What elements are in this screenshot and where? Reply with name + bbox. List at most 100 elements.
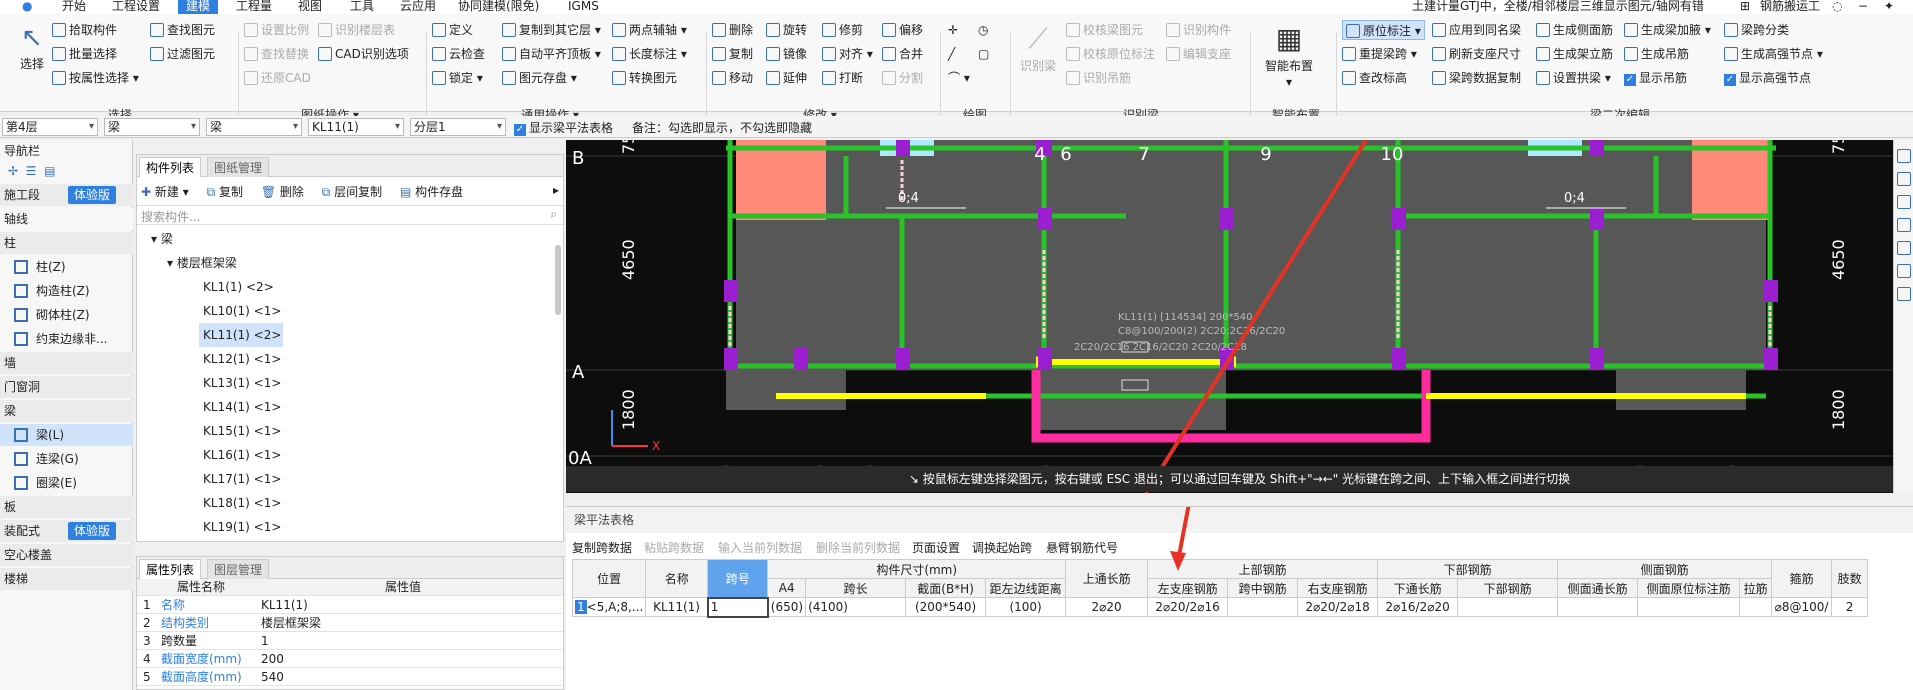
length-label-button[interactable]: 长度标注 ▾ — [612, 44, 687, 64]
cell-section[interactable]: (200*540) — [905, 597, 987, 617]
menu-project-settings[interactable]: 工程设置 — [112, 0, 160, 14]
rotate-button[interactable]: 旋转 — [766, 20, 807, 40]
tab-drawing-manage[interactable]: 图纸管理 — [207, 157, 270, 177]
copy-comp-button[interactable]: ⧉ 复制 — [207, 185, 243, 199]
steel-helper-button[interactable]: 钢筋搬运工 — [1760, 0, 1820, 14]
cell-stirrup[interactable]: ⌀8@100/ — [1771, 597, 1833, 617]
merge-button[interactable]: 合并 — [882, 44, 923, 64]
cloud-check-button[interactable]: 云检查 — [432, 44, 485, 64]
find-element-button[interactable]: 查找图元 — [150, 20, 215, 40]
span-data-copy-button[interactable]: 梁跨数据复制 — [1432, 68, 1521, 88]
menu-igms[interactable]: IGMS — [568, 0, 599, 14]
tree-item[interactable]: KL14(1) <1> — [199, 395, 285, 419]
check-beam-button[interactable]: 校核梁图元 — [1066, 20, 1143, 40]
layer-icon[interactable] — [1896, 218, 1911, 232]
recognize-floor-table-button[interactable]: 识别楼层表 — [318, 20, 395, 40]
table-row[interactable]: 1 <5,A;8,... KL11(1) 1 (650) (4100) (200*… — [571, 596, 1869, 618]
line-draw-button[interactable]: ╱ — [948, 44, 955, 64]
in-situ-label-button[interactable]: 原位标注 ▾ — [1342, 20, 1425, 40]
clock-draw-button[interactable]: ◷ — [978, 20, 988, 40]
cell-position[interactable]: 1 <5,A;8,... — [571, 597, 647, 617]
cell-side-in-situ[interactable] — [1637, 597, 1741, 617]
rect-draw-button[interactable]: ▢ — [978, 44, 989, 64]
nav-view-toggle[interactable]: ✢ ☰ ▤ — [0, 160, 133, 182]
two-point-axis-button[interactable]: 两点辅轴 ▾ — [612, 20, 687, 40]
layer-select[interactable]: 分层1 — [410, 118, 506, 136]
nav-cat-door[interactable]: 门窗洞 — [0, 376, 133, 398]
cell-name[interactable]: KL11(1) — [645, 597, 709, 617]
nav-cat-column[interactable]: 柱 — [0, 232, 133, 254]
pick-component-button[interactable]: 拾取构件 — [52, 20, 117, 40]
menu-quantity[interactable]: 工程量 — [236, 0, 272, 14]
scrollbar[interactable] — [555, 245, 561, 315]
drawing-canvas[interactable]: 4 6 7 9 10 1 2 3 5 13 14 B A 0A 4650 180… — [566, 140, 1913, 493]
cell-a4[interactable]: (650) — [767, 597, 807, 617]
cell-dist[interactable]: (100) — [985, 597, 1067, 617]
delete-comp-button[interactable]: 🗑 删除 — [261, 185, 304, 199]
cube-icon[interactable] — [1896, 195, 1911, 209]
tab-layer-manage[interactable]: 图层管理 — [207, 559, 270, 579]
prop-row[interactable]: 2 结构类别 楼层框架梁 — [137, 615, 563, 632]
mirror-button[interactable]: 镜像 — [766, 44, 807, 64]
helper-icon[interactable]: ⊞ — [1740, 0, 1750, 14]
prop-row[interactable]: 1 名称 KL11(1) — [137, 597, 563, 614]
type1-select[interactable]: 梁 — [104, 118, 200, 136]
settings-icon[interactable] — [1896, 172, 1911, 186]
nav-item-masonry-column[interactable]: 砌体柱(Z) — [0, 304, 133, 326]
filter-element-button[interactable]: 过滤图元 — [150, 44, 215, 64]
tree-sub[interactable]: ▾ 楼层框架梁 — [167, 251, 237, 275]
batch-select-button[interactable]: 批量选择 — [52, 44, 117, 64]
menu-collab[interactable]: 协同建模(限免) — [458, 0, 539, 14]
define-button[interactable]: 定义 — [432, 20, 473, 40]
find-replace-button[interactable]: 查找替换 — [244, 44, 309, 64]
save-comp-button[interactable]: ▤ 构件存盘 — [400, 185, 463, 199]
cad-options-button[interactable]: CAD识别选项 — [318, 44, 409, 64]
lock-button[interactable]: 锁定 ▾ — [432, 68, 483, 88]
nav-cat-beam[interactable]: 梁 — [0, 400, 133, 422]
tree-item[interactable]: KL1(1) <2> — [199, 275, 278, 299]
nav-item-column[interactable]: 柱(Z) — [0, 256, 133, 278]
apply-same-name-button[interactable]: 应用到同名梁 — [1432, 20, 1521, 40]
tree-item[interactable]: KL16(1) <1> — [199, 443, 285, 467]
copy-to-floor-button[interactable]: 复制到其它层 ▾ — [502, 20, 601, 40]
tree-item[interactable]: KL18(1) <1> — [199, 491, 285, 515]
gen-side-bar-button[interactable]: 生成侧面筋 — [1536, 20, 1613, 40]
cell-mid[interactable] — [1227, 597, 1299, 617]
nav-item-edge[interactable]: 约束边缘非... — [0, 328, 133, 350]
nav-cat-slab[interactable]: 板 — [0, 496, 133, 518]
cell-span-len[interactable]: (4100) — [805, 597, 907, 617]
cell-tie[interactable] — [1739, 597, 1773, 617]
select-by-attr-button[interactable]: 按属性选择 ▾ — [52, 68, 139, 88]
trim-button[interactable]: 修剪 — [822, 20, 863, 40]
tab-property-list[interactable]: 属性列表 — [139, 559, 202, 579]
gen-stirrup-button[interactable]: 生成架立筋 — [1536, 44, 1613, 64]
extend-button[interactable]: 延伸 — [766, 68, 807, 88]
cell-up-through[interactable]: 2⌀20 — [1065, 597, 1149, 617]
nav-cat-stairs[interactable]: 楼梯 — [0, 568, 133, 590]
menu-view[interactable]: 视图 — [298, 0, 322, 14]
type2-select[interactable]: 梁 — [206, 118, 302, 136]
nav-item-beam[interactable]: 梁(L) — [0, 424, 133, 446]
cell-span[interactable]: 1 — [706, 596, 769, 618]
gen-hanger-button[interactable]: 生成吊筋 — [1624, 44, 1689, 64]
minimize-icon[interactable]: − — [1858, 0, 1868, 14]
refresh-support-button[interactable]: 刷新支座尺寸 — [1432, 44, 1521, 64]
copy-button[interactable]: 复制 — [712, 44, 753, 64]
nav-cat-axis[interactable]: 轴线 — [0, 208, 133, 230]
arc-draw-button[interactable]: ⌒ ▾ — [948, 68, 970, 88]
cell-down[interactable] — [1457, 597, 1559, 617]
convert-element-button[interactable]: 转换图元 — [612, 68, 677, 88]
nav-item-link-beam[interactable]: 连梁(G) — [0, 448, 133, 470]
cell-right-support[interactable]: 2⌀20/2⌀18 — [1297, 597, 1379, 617]
more-icon[interactable]: ▸ — [553, 183, 559, 197]
floor-select[interactable]: 第4层 — [2, 118, 98, 136]
floor-plan[interactable]: 4 6 7 9 10 1 2 3 5 13 14 B A 0A 4650 180… — [566, 140, 1913, 493]
nav-item-ring-beam[interactable]: 圈梁(E) — [0, 472, 133, 494]
view-3d-icon[interactable] — [1896, 149, 1911, 163]
nav-item-construct-column[interactable]: 构造柱(Z) — [0, 280, 133, 302]
tree-item-selected[interactable]: KL11(1) <2> — [199, 323, 283, 347]
prop-row[interactable]: 3 跨数量 1 — [137, 633, 563, 650]
floor-copy-button[interactable]: ⧉ 层间复制 — [322, 185, 382, 199]
menu-tools[interactable]: 工具 — [350, 0, 374, 14]
menu-start[interactable]: 开始 — [62, 0, 86, 14]
